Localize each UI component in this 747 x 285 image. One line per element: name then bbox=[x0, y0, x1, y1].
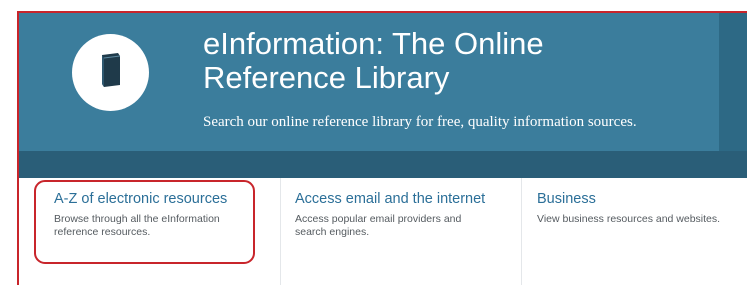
page-subtitle: Search our online reference library for … bbox=[203, 114, 637, 130]
card-description: Browse through all the eInformation refe… bbox=[54, 213, 220, 238]
page-title-line-1: eInformation: The Online bbox=[203, 26, 544, 61]
book-icon bbox=[98, 52, 124, 93]
hero-side-panel bbox=[719, 13, 747, 168]
card-a-z-resources[interactable]: A-Z of electronic resources Browse throu… bbox=[32, 178, 273, 285]
card-business[interactable]: Business View business resources and web… bbox=[521, 178, 747, 285]
card-title[interactable]: Access email and the internet bbox=[295, 191, 521, 207]
hero-bottom-strip bbox=[19, 151, 747, 178]
card-description: Access popular email providers and searc… bbox=[295, 213, 462, 238]
card-title[interactable]: A-Z of electronic resources bbox=[54, 191, 273, 207]
page-title-line-2: Reference Library bbox=[203, 60, 450, 95]
resource-cards: A-Z of electronic resources Browse throu… bbox=[19, 178, 747, 285]
logo-badge bbox=[72, 34, 149, 111]
page-title: eInformation: The Online Reference Libra… bbox=[203, 27, 723, 95]
card-description: View business resources and websites. bbox=[537, 213, 721, 225]
card-title[interactable]: Business bbox=[537, 191, 747, 207]
card-email-internet[interactable]: Access email and the internet Access pop… bbox=[280, 178, 521, 285]
page-frame: eInformation: The Online Reference Libra… bbox=[17, 11, 747, 285]
hero-banner: eInformation: The Online Reference Libra… bbox=[19, 13, 747, 178]
